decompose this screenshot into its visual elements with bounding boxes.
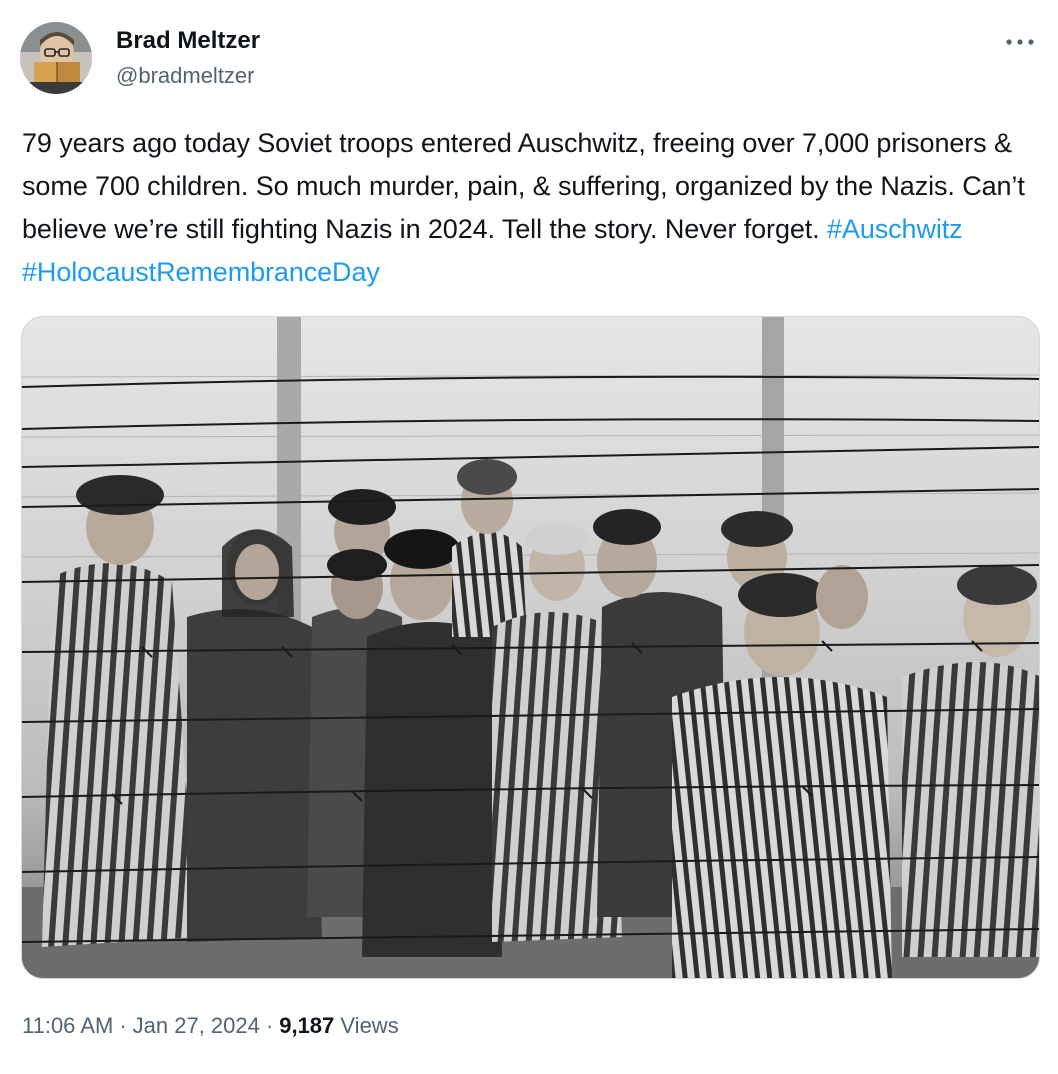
user-avatar-photo-icon <box>20 22 92 94</box>
hashtag-link-auschwitz[interactable]: #Auschwitz <box>827 214 963 244</box>
photo-image <box>22 317 1039 978</box>
more-options-button[interactable] <box>1002 28 1038 56</box>
author-display-name[interactable]: Brad Meltzer <box>116 26 260 56</box>
tweet-text: 79 years ago today Soviet troops entered… <box>22 122 1032 294</box>
tweet-date[interactable]: Jan 27, 2024 <box>133 1013 260 1038</box>
view-count: 9,187 <box>279 1013 335 1038</box>
author-handle[interactable]: @bradmeltzer <box>116 62 255 90</box>
more-horizontal-icon <box>1006 39 1034 45</box>
tweet-time[interactable]: 11:06 AM <box>22 1013 113 1038</box>
avatar[interactable] <box>20 22 92 94</box>
views-label: Views <box>340 1013 399 1038</box>
hashtag-link-holocaust-remembrance-day[interactable]: #HolocaustRemembranceDay <box>22 257 380 287</box>
meta-separator: · <box>265 1013 274 1038</box>
tweet-media-photo[interactable] <box>21 316 1040 979</box>
meta-separator: · <box>119 1013 127 1038</box>
tweet-meta: 11:06 AM · Jan 27, 2024 · 9,187 Views <box>22 1010 399 1042</box>
